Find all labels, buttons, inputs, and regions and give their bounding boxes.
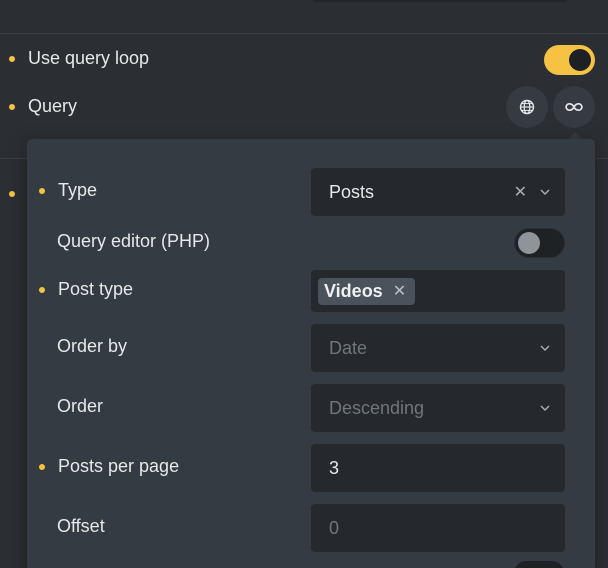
post-type-tag: Videos ✕ (318, 277, 416, 305)
posts-per-page-input[interactable]: 3 (311, 444, 565, 492)
query-editor-label: Query editor (PHP) (57, 231, 211, 251)
post-type-row: Post type (39, 279, 133, 300)
offset-label: Offset (57, 516, 105, 536)
query-row: Query (9, 96, 77, 117)
tag-label: Videos (324, 280, 383, 301)
type-value: Posts (329, 181, 375, 202)
next-toggle[interactable] (514, 561, 564, 568)
use-query-loop-row: Use query loop (9, 48, 149, 69)
type-select[interactable]: Posts ✕ (311, 168, 565, 216)
order-placeholder: Descending (329, 397, 425, 418)
modified-indicator (39, 463, 45, 470)
order-label: Order (57, 396, 104, 416)
modified-indicator (9, 103, 15, 110)
posts-per-page-value: 3 (329, 457, 340, 478)
toggle-knob (518, 232, 540, 254)
divider (0, 33, 608, 34)
offset-input[interactable]: 0 (311, 504, 565, 552)
modified-indicator (9, 55, 15, 62)
chevron-down-icon (539, 186, 551, 198)
globe-button[interactable] (506, 86, 548, 128)
modified-indicator (39, 286, 45, 293)
globe-icon (519, 99, 535, 115)
order-row: Order (57, 396, 103, 417)
use-query-loop-label: Use query loop (28, 48, 150, 68)
query-settings-panel: Use query loop Query Type Posts ✕ Query … (0, 0, 608, 568)
infinity-icon (565, 102, 583, 112)
order-by-placeholder: Date (329, 337, 368, 358)
modified-indicator (39, 187, 45, 194)
toggle-knob (569, 49, 591, 71)
offset-placeholder: 0 (329, 517, 340, 538)
posts-per-page-label: Posts per page (58, 456, 180, 476)
query-editor-toggle[interactable] (514, 228, 565, 258)
post-type-label: Post type (58, 279, 134, 299)
previous-field[interactable] (312, 0, 568, 2)
chevron-down-icon (539, 402, 551, 414)
posts-per-page-row: Posts per page (39, 456, 179, 477)
order-select[interactable]: Descending (311, 384, 565, 432)
offset-row: Offset (57, 516, 105, 537)
order-by-label: Order by (57, 336, 128, 356)
post-type-select[interactable]: Videos ✕ (311, 270, 565, 312)
query-loop-button[interactable] (553, 86, 595, 128)
modified-indicator (9, 191, 15, 197)
order-by-row: Order by (57, 336, 127, 357)
clear-icon[interactable]: ✕ (514, 182, 527, 202)
use-query-loop-toggle[interactable] (544, 45, 595, 75)
type-label: Type (58, 180, 98, 200)
type-row: Type (39, 180, 97, 201)
order-by-select[interactable]: Date (311, 324, 565, 372)
remove-tag-icon[interactable]: ✕ (393, 281, 406, 301)
chevron-down-icon (539, 342, 551, 354)
query-editor-row: Query editor (PHP) (57, 231, 210, 252)
query-label: Query (28, 96, 78, 116)
